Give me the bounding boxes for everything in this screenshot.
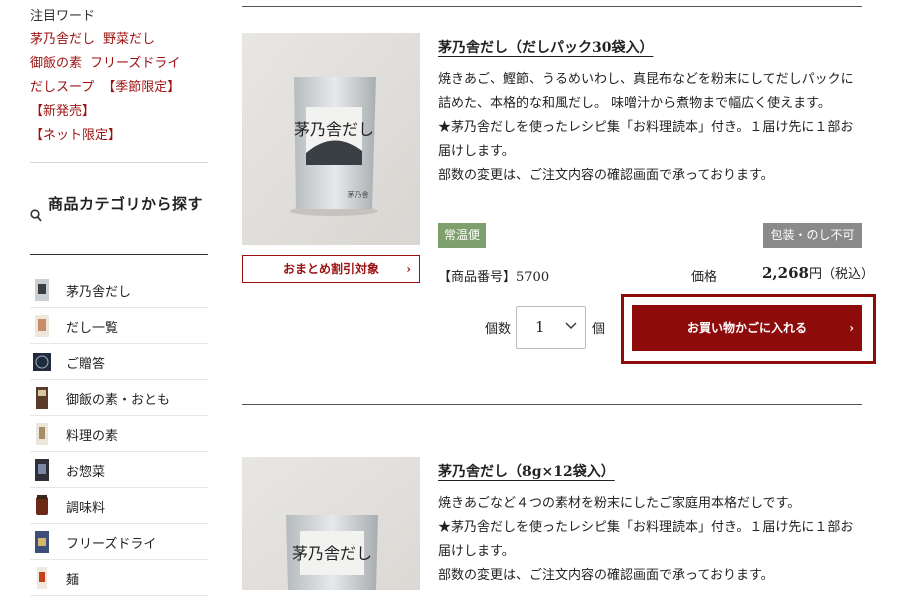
- svg-text:茅乃舎だし: 茅乃舎だし: [294, 120, 374, 139]
- shipping-temperature-badge: 常温便: [438, 223, 487, 248]
- chevron-down-icon: [565, 322, 577, 329]
- product-thumbnail: [36, 423, 48, 445]
- product-package-image: 茅乃舎だし 茅乃舎: [242, 33, 420, 245]
- keyword-list: 茅乃舎だし 野菜だし 御飯の素 フリーズドライ だしスープ 【季節限定】 【新発売】 …: [30, 28, 208, 148]
- category-divider: [30, 254, 208, 255]
- product-thumbnail: [33, 353, 51, 371]
- category-item-seasoning[interactable]: 調味料: [30, 488, 208, 524]
- category-title: 商品カテゴリから探す: [48, 195, 204, 213]
- product-image[interactable]: 茅乃舎だし 茅乃舎: [242, 33, 420, 245]
- description-line: ★茅乃舎だしを使ったレシピ集「お料理読本」付き。１届け先に１部お届けします。: [438, 120, 854, 159]
- price-amount: 2,268: [762, 264, 809, 282]
- add-to-cart-label: お買い物かごに入れる: [686, 321, 807, 335]
- product-description: 焼きあごなど４つの素材を粉末にしたご家庭用本格だしです。 ★茅乃舎だしを使ったレ…: [438, 492, 862, 588]
- price-unit: 円（税込）: [808, 267, 874, 282]
- category-label: 調味料: [66, 501, 106, 516]
- product-description: 焼きあご、鰹節、うるめいわし、真昆布などを粉末にしてだしパックに詰めた、本格的な…: [438, 68, 862, 188]
- category-item-dashi-list[interactable]: だし一覧: [30, 308, 208, 344]
- product-thumbnail: [35, 459, 49, 481]
- keyword-link[interactable]: 野菜だし: [103, 32, 155, 47]
- quantity-value: 1: [535, 318, 545, 336]
- category-label: 茅乃舎だし: [66, 285, 132, 300]
- product-divider: [242, 404, 862, 405]
- price-label: 価格: [691, 270, 718, 285]
- svg-text:茅乃舎だし: 茅乃舎だし: [292, 544, 372, 563]
- keywords-title: 注目ワード: [30, 9, 96, 24]
- chevron-right-icon: ›: [849, 321, 854, 335]
- price-value: 2,268円（税込）: [762, 263, 874, 282]
- product-thumbnail: [35, 315, 49, 337]
- description-line: 部数の変更は、ご注文内容の確認画面で承っております。: [438, 568, 774, 583]
- category-label: ご贈答: [66, 357, 106, 372]
- product-thumbnail: [36, 495, 48, 515]
- keyword-link[interactable]: 【季節限定】: [102, 80, 180, 95]
- product-image[interactable]: 茅乃舎だし: [242, 457, 420, 590]
- category-item-rice-topping[interactable]: 御飯の素・おとも: [30, 380, 208, 416]
- quantity-label: 個数: [485, 322, 512, 337]
- category-item-gift[interactable]: ご贈答: [30, 344, 208, 380]
- sidebar-divider: [30, 162, 208, 163]
- wrapping-unavailable-badge: 包装・のし不可: [763, 223, 862, 248]
- bulk-discount-button[interactable]: おまとめ割引対象 ›: [242, 255, 420, 283]
- product-package-image: 茅乃舎だし: [242, 457, 420, 590]
- keyword-link[interactable]: フリーズドライ: [90, 56, 180, 71]
- quantity-unit: 個: [592, 322, 606, 337]
- description-line: ★茅乃舎だしを使ったレシピ集「お料理読本」付き。１届け先に１部お届けします。: [438, 520, 854, 559]
- svg-text:茅乃舎: 茅乃舎: [348, 190, 369, 199]
- content-divider: [242, 6, 862, 7]
- add-to-cart-button[interactable]: お買い物かごに入れる ›: [632, 305, 862, 351]
- keyword-link[interactable]: 茅乃舎だし: [30, 32, 95, 47]
- keyword-link[interactable]: 御飯の素: [30, 56, 82, 71]
- description-line: 焼きあご、鰹節、うるめいわし、真昆布などを粉末にしてだしパックに詰めた、本格的な…: [438, 72, 854, 111]
- product-title-link[interactable]: 茅乃舎だし（だしパック30袋入）: [438, 37, 653, 57]
- product-thumbnail: [35, 531, 49, 553]
- category-item-side-dish[interactable]: お惣菜: [30, 452, 208, 488]
- category-heading: 商品カテゴリから探す: [30, 178, 208, 254]
- category-item-kayanoya-dashi[interactable]: 茅乃舎だし: [30, 272, 208, 308]
- keyword-link[interactable]: 【新発売】: [30, 104, 95, 119]
- description-line: 部数の変更は、ご注文内容の確認画面で承っております。: [438, 168, 774, 183]
- category-item-noodles[interactable]: 麺: [30, 560, 208, 596]
- category-label: お惣菜: [66, 465, 106, 480]
- category-label: 御飯の素・おとも: [66, 393, 171, 408]
- product-thumbnail: [35, 279, 49, 301]
- quantity-select[interactable]: 1: [516, 306, 586, 349]
- search-icon: [30, 209, 42, 222]
- sidebar: 注目ワード 茅乃舎だし 野菜だし 御飯の素 フリーズドライ だしスープ 【季節限定】 …: [0, 0, 208, 596]
- product-thumbnail: [36, 387, 48, 409]
- bulk-discount-label: おまとめ割引対象: [282, 262, 379, 276]
- product-thumbnail: [37, 567, 47, 589]
- category-item-freeze-dry[interactable]: フリーズドライ: [30, 524, 208, 560]
- product-number: 【商品番号】5700: [438, 270, 550, 285]
- keyword-link[interactable]: だしスープ: [30, 80, 94, 95]
- category-label: フリーズドライ: [66, 537, 157, 552]
- category-label: だし一覧: [66, 321, 119, 336]
- description-line: 焼きあごなど４つの素材を粉末にしたご家庭用本格だしです。: [438, 496, 801, 511]
- product-title-link[interactable]: 茅乃舎だし（8g×12袋入）: [438, 461, 615, 481]
- category-item-cooking-base[interactable]: 料理の素: [30, 416, 208, 452]
- category-list: 茅乃舎だし だし一覧 ご贈答 御飯の素・おとも 料理の素 お惣菜 調味料 フリー…: [30, 272, 208, 596]
- category-label: 料理の素: [66, 429, 119, 444]
- chevron-right-icon: ›: [406, 262, 411, 276]
- keyword-link[interactable]: 【ネット限定】: [30, 128, 121, 143]
- category-label: 麺: [66, 573, 80, 588]
